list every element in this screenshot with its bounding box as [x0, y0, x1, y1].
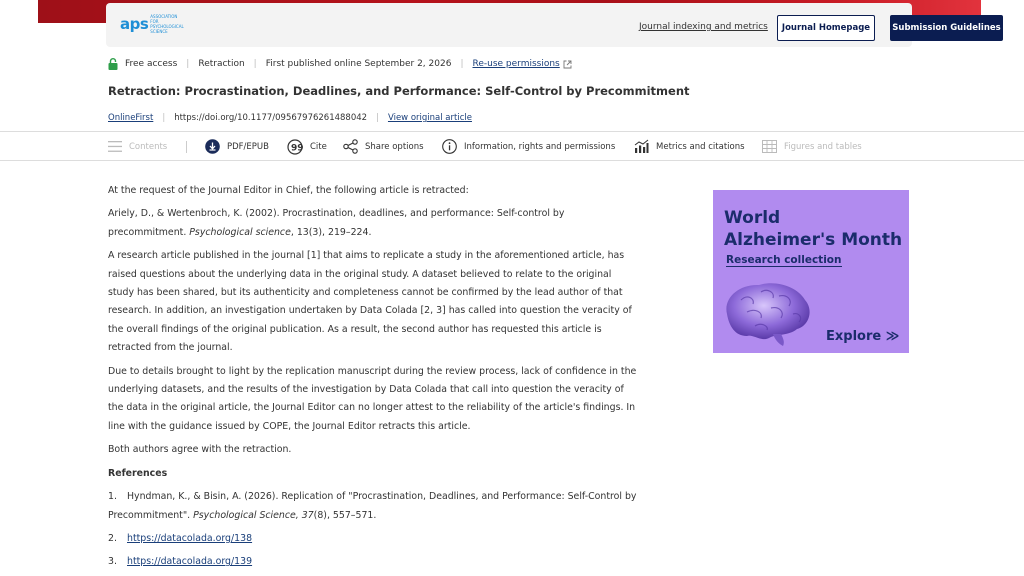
reference-link[interactable]: https://datacolada.org/139	[127, 556, 252, 567]
contents-button[interactable]: Contents	[108, 138, 167, 155]
toolbar-divider	[186, 141, 187, 153]
article-title: Retraction: Procrastination, Deadlines, …	[108, 84, 690, 98]
body-paragraph-2: A research article published in the jour…	[108, 250, 632, 354]
info-icon	[442, 139, 457, 154]
reference-number: 1.	[108, 491, 117, 503]
ad-subheading: Research collection	[726, 254, 842, 267]
contents-label: Contents	[129, 141, 168, 152]
citation-pages: (3), 219–224.	[308, 226, 372, 238]
doi-text[interactable]: https://doi.org/10.1177/0956797626148804…	[174, 113, 367, 123]
ad-explore-link: Explore ≫	[826, 329, 900, 344]
published-date: First published online September 2, 2026	[265, 59, 452, 69]
retracted-citation: Ariely, D., & Wertenbroch, K. (2002). Pr…	[108, 205, 638, 242]
article-meta-row: Free access | Retraction | First publish…	[108, 58, 572, 70]
reference-journal: Psychological Science, 37	[193, 509, 314, 521]
body-paragraph-3: Due to details brought to light by the r…	[108, 365, 637, 432]
share-options-label: Share options	[365, 141, 424, 152]
share-options-button[interactable]: Share options	[343, 138, 424, 155]
meta-divider: |	[253, 59, 257, 69]
metrics-citations-label: Metrics and citations	[656, 141, 745, 152]
external-link-icon	[563, 60, 572, 68]
quote-bubble-icon: 99	[287, 138, 303, 155]
cite-label: Cite	[310, 141, 327, 152]
submission-guidelines-button[interactable]: Submission Guidelines	[890, 15, 1003, 41]
citation-volume-number: , 13	[290, 226, 309, 238]
logo-text: ASSOCIATION FOR PSYCHOLOGICAL SCIENCE	[150, 14, 184, 34]
view-original-article-link[interactable]: View original article	[388, 113, 472, 123]
citation-journal: Psychological science	[189, 226, 291, 238]
lock-open-icon	[108, 58, 118, 70]
reference-item: 2. https://datacolada.org/138	[108, 530, 638, 548]
aps-logo[interactable]: aps ASSOCIATION FOR PSYCHOLOGICAL SCIENC…	[120, 14, 184, 34]
meta-divider: |	[186, 59, 190, 69]
ad-headline-line1: World	[724, 208, 781, 228]
references-heading: References	[108, 467, 168, 479]
free-access-label: Free access	[125, 59, 178, 69]
doi-divider: |	[376, 113, 379, 123]
bar-chart-icon	[634, 139, 649, 153]
doi-row: OnlineFirst | https://doi.org/10.1177/09…	[108, 113, 472, 123]
cite-button[interactable]: 99 Cite	[287, 138, 327, 155]
information-rights-button[interactable]: Information, rights and permissions	[442, 138, 615, 155]
journal-header: aps ASSOCIATION FOR PSYCHOLOGICAL SCIENC…	[106, 3, 1003, 47]
journal-homepage-button[interactable]: Journal Homepage	[777, 15, 875, 41]
citation-volume: , 13	[291, 227, 309, 238]
reference-number: 2.	[108, 532, 117, 544]
metrics-citations-button[interactable]: Metrics and citations	[634, 138, 745, 155]
reuse-permissions-link[interactable]: Re-use permissions	[472, 59, 559, 69]
information-rights-label: Information, rights and permissions	[464, 141, 616, 152]
pdf-epub-button[interactable]: PDF/EPUB	[205, 138, 269, 155]
reference-item: 1. Hyndman, K., & Bisin, A. (2026). Repli…	[108, 488, 638, 525]
figures-tables-button[interactable]: Figures and tables	[762, 138, 862, 155]
article-body: At the request of the Journal Editor in …	[108, 182, 638, 576]
meta-divider: |	[460, 59, 464, 69]
logo-mark: aps	[120, 15, 149, 33]
reference-pages: (8), 557–571.	[313, 509, 377, 521]
brain-illustration-icon	[726, 283, 810, 346]
table-icon	[762, 140, 777, 153]
reference-link[interactable]: https://datacolada.org/138	[127, 533, 252, 544]
download-icon	[205, 139, 220, 154]
reference-item: 3. https://datacolada.org/139	[108, 553, 638, 571]
intro-paragraph: At the request of the Journal Editor in …	[108, 185, 469, 196]
doi-divider: |	[162, 113, 166, 123]
article-type-label: Retraction	[198, 59, 245, 69]
journal-indexing-link[interactable]: Journal indexing and metrics	[639, 22, 768, 32]
svg-text:99: 99	[291, 143, 303, 153]
body-paragraph-4: Both authors agree with the retraction.	[108, 444, 292, 456]
pdf-epub-label: PDF/EPUB	[227, 141, 269, 152]
reference-number: 3.	[108, 556, 117, 568]
onlinefirst-link[interactable]: OnlineFirst	[108, 113, 153, 123]
alzheimers-month-ad[interactable]: World Alzheimer's Month Research collect…	[713, 190, 909, 353]
share-icon	[343, 139, 358, 154]
menu-lines-icon	[108, 141, 122, 152]
figures-tables-label: Figures and tables	[784, 141, 862, 152]
ad-headline-line2: Alzheimer's Month	[724, 230, 903, 250]
article-toolbar: Contents PDF/EPUB 99 Cite Share options	[0, 131, 1024, 161]
